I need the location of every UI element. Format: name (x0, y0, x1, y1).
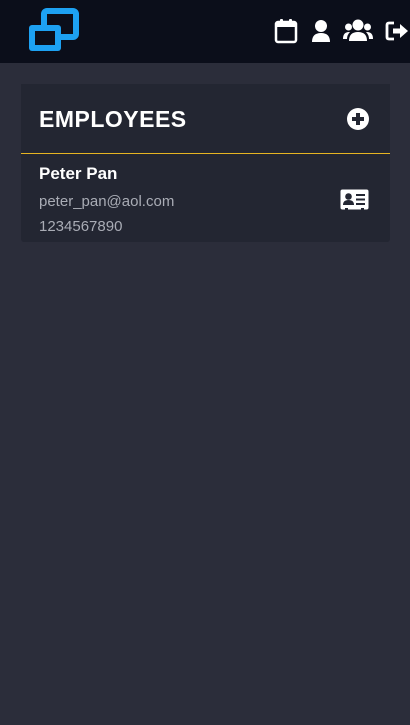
user-icon[interactable] (311, 18, 337, 44)
view-contact-card-button[interactable] (340, 189, 369, 211)
users-group-icon[interactable] (343, 18, 373, 44)
employee-list-item[interactable]: Peter Pan peter_pan@aol.com 1234567890 (21, 155, 390, 242)
employee-name: Peter Pan (39, 164, 118, 183)
employee-email: peter_pan@aol.com (39, 193, 175, 210)
employees-panel: EMPLOYEES Peter Pan peter_pan@aol.com 12… (21, 84, 390, 242)
plus-circle-icon (347, 108, 369, 130)
add-employee-button[interactable] (347, 108, 369, 130)
employees-title: EMPLOYEES (39, 106, 187, 132)
top-navbar (0, 0, 410, 63)
app-logo-icon[interactable] (26, 8, 80, 54)
employee-phone: 1234567890 (39, 218, 123, 235)
employees-panel-header: EMPLOYEES (21, 84, 390, 154)
contact-card-icon (340, 189, 369, 210)
sign-out-icon[interactable] (385, 18, 409, 44)
calendar-icon[interactable] (274, 18, 300, 44)
